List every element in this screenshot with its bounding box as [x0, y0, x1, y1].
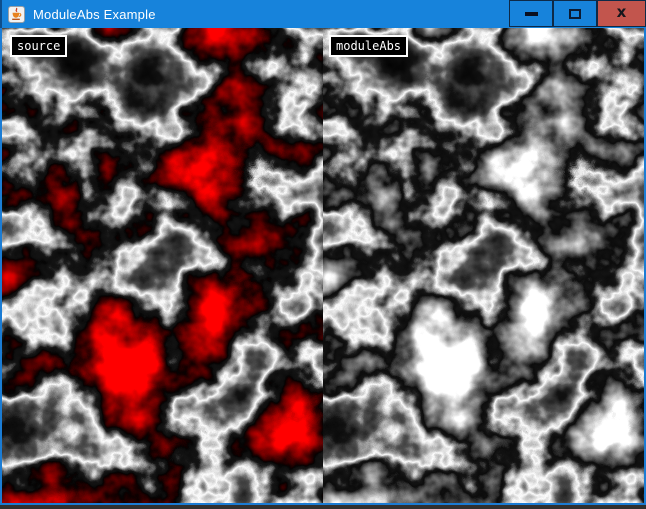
java-coffee-cup-icon	[8, 6, 25, 23]
client-area: source moduleAbs	[0, 28, 646, 505]
maximize-button[interactable]	[553, 0, 597, 27]
minimize-button[interactable]	[509, 0, 553, 27]
application-window: ModuleAbs Example x	[0, 0, 646, 505]
close-icon: x	[617, 5, 627, 20]
maximize-icon	[569, 9, 581, 19]
close-button[interactable]: x	[597, 0, 646, 27]
source-label: source	[10, 35, 67, 57]
titlebar[interactable]: ModuleAbs Example x	[0, 0, 646, 28]
source-noise-image	[2, 28, 323, 503]
minimize-icon	[525, 12, 538, 16]
caption-buttons: x	[509, 0, 646, 27]
window-title: ModuleAbs Example	[33, 7, 156, 22]
moduleabs-noise-image	[323, 28, 644, 503]
noise-canvas	[2, 28, 644, 503]
moduleabs-label: moduleAbs	[329, 35, 408, 57]
desktop-background-strip	[0, 505, 646, 509]
